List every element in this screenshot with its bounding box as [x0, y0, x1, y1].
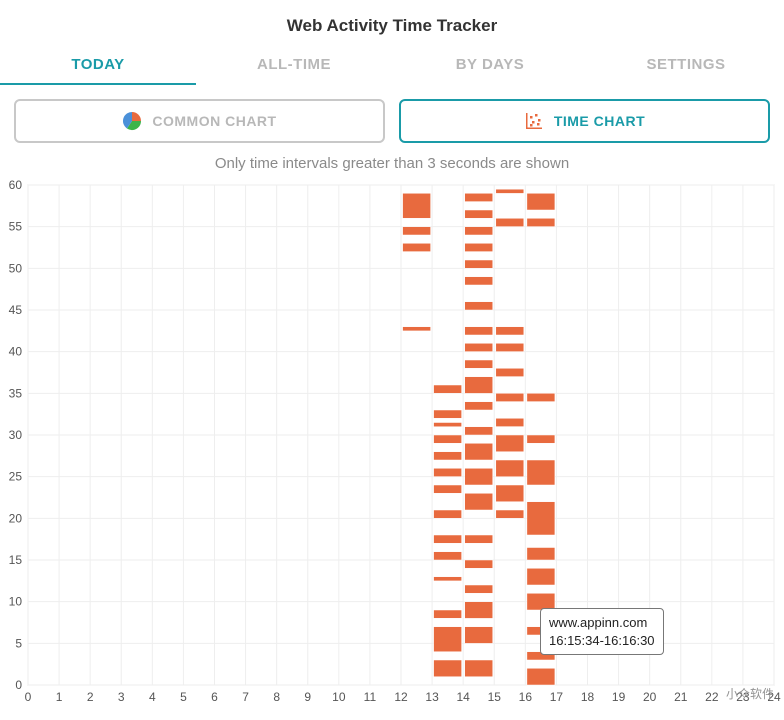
- svg-text:45: 45: [9, 303, 23, 317]
- svg-text:60: 60: [9, 180, 23, 192]
- svg-text:15: 15: [488, 690, 502, 704]
- subtab-common-chart[interactable]: COMMON CHART: [14, 99, 385, 143]
- svg-text:12: 12: [394, 690, 408, 704]
- chart-tooltip: www.appinn.com 16:15:34-16:16:30: [540, 608, 664, 655]
- time-chart-svg: 0123456789101112131415161718192021222324…: [0, 180, 784, 710]
- svg-text:14: 14: [456, 690, 470, 704]
- svg-text:55: 55: [9, 220, 23, 234]
- svg-text:6: 6: [211, 690, 218, 704]
- tab-settings[interactable]: SETTINGS: [588, 46, 784, 85]
- svg-text:22: 22: [705, 690, 719, 704]
- svg-text:0: 0: [25, 690, 32, 704]
- svg-text:25: 25: [9, 470, 23, 484]
- svg-text:10: 10: [9, 595, 23, 609]
- svg-text:16: 16: [519, 690, 533, 704]
- tab-by-days[interactable]: BY DAYS: [392, 46, 588, 85]
- svg-text:50: 50: [9, 261, 23, 275]
- svg-text:8: 8: [273, 690, 280, 704]
- svg-text:15: 15: [9, 553, 23, 567]
- svg-text:0: 0: [15, 678, 22, 692]
- svg-text:2: 2: [87, 690, 94, 704]
- chart-subtitle: Only time intervals greater than 3 secon…: [0, 151, 784, 180]
- subtab-label: TIME CHART: [554, 113, 645, 129]
- svg-text:17: 17: [550, 690, 564, 704]
- page-title: Web Activity Time Tracker: [0, 10, 784, 46]
- svg-text:10: 10: [332, 690, 346, 704]
- svg-text:4: 4: [149, 690, 156, 704]
- svg-text:40: 40: [9, 345, 23, 359]
- tab-all-time[interactable]: ALL-TIME: [196, 46, 392, 85]
- svg-text:9: 9: [304, 690, 311, 704]
- svg-text:35: 35: [9, 386, 23, 400]
- svg-text:7: 7: [242, 690, 249, 704]
- svg-text:5: 5: [15, 636, 22, 650]
- main-tabs: TODAYALL-TIMEBY DAYSSETTINGS: [0, 46, 784, 85]
- pie-chart-icon: [122, 111, 142, 131]
- svg-text:18: 18: [581, 690, 595, 704]
- svg-text:20: 20: [9, 511, 23, 525]
- svg-text:30: 30: [9, 428, 23, 442]
- tooltip-site: www.appinn.com: [549, 614, 655, 632]
- subtab-label: COMMON CHART: [152, 113, 276, 129]
- svg-text:13: 13: [425, 690, 439, 704]
- svg-text:21: 21: [674, 690, 688, 704]
- subtab-time-chart[interactable]: TIME CHART: [399, 99, 770, 143]
- tooltip-range: 16:15:34-16:16:30: [549, 632, 655, 650]
- time-chart: 0123456789101112131415161718192021222324…: [0, 180, 784, 710]
- scatter-chart-icon: [524, 111, 544, 131]
- svg-text:11: 11: [364, 690, 377, 704]
- svg-text:3: 3: [118, 690, 125, 704]
- svg-text:1: 1: [56, 690, 63, 704]
- svg-text:5: 5: [180, 690, 187, 704]
- svg-text:19: 19: [612, 690, 626, 704]
- svg-text:20: 20: [643, 690, 657, 704]
- tab-today[interactable]: TODAY: [0, 46, 196, 85]
- chart-type-tabs: COMMON CHART TIME CHART: [0, 85, 784, 151]
